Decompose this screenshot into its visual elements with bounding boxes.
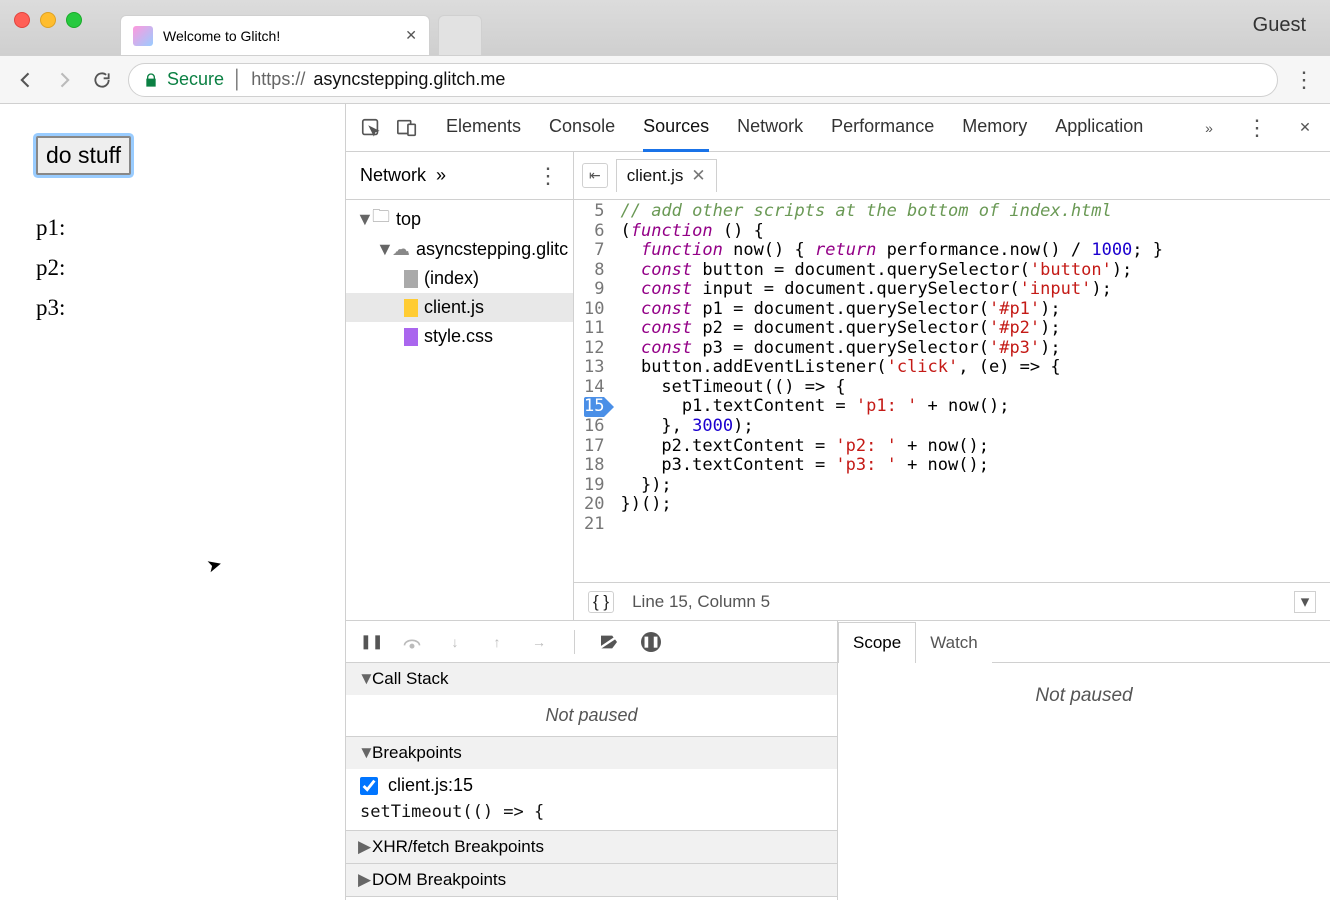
devtools-tab-sources[interactable]: Sources xyxy=(643,104,709,152)
pause-resume-icon[interactable]: ❚❚ xyxy=(360,633,382,650)
tab-title: Welcome to Glitch! xyxy=(163,28,280,44)
breakpoints-header[interactable]: ▼Breakpoints xyxy=(346,737,837,769)
browser-tab-active[interactable]: Welcome to Glitch! ✕ xyxy=(120,15,430,55)
devtools-tab-console[interactable]: Console xyxy=(549,104,615,152)
editor-tab-clientjs[interactable]: client.js ✕ xyxy=(616,159,717,192)
deactivate-breakpoints-icon[interactable] xyxy=(599,634,621,650)
scope-tab[interactable]: Scope xyxy=(838,622,916,663)
url-scheme: https:// xyxy=(251,69,305,90)
breakpoint-checkbox[interactable] xyxy=(360,777,378,795)
lock-icon xyxy=(143,72,159,88)
call-stack-body: Not paused xyxy=(346,695,837,736)
navigator-overflow-icon[interactable]: » xyxy=(436,165,446,186)
step-into-icon: ↓ xyxy=(444,634,466,650)
editor-status-bar: { } Line 15, Column 5 ▾ xyxy=(574,582,1330,620)
pause-on-exceptions-icon[interactable]: ❚❚ xyxy=(641,632,661,652)
step-out-icon: ↑ xyxy=(486,634,508,650)
devtools-tab-application[interactable]: Application xyxy=(1055,104,1143,152)
device-toggle-icon[interactable] xyxy=(392,113,422,143)
tree-top[interactable]: ▼🗀 top xyxy=(346,204,573,234)
profile-guest-label[interactable]: Guest xyxy=(1253,14,1306,37)
dom-breakpoints-header[interactable]: ▶DOM Breakpoints xyxy=(346,864,837,896)
collapse-bottom-icon[interactable]: ▾ xyxy=(1294,591,1316,613)
tree-file-2[interactable]: style.css xyxy=(346,322,573,351)
tree-file-1[interactable]: client.js xyxy=(346,293,573,322)
browser-menu-icon[interactable]: ⋮ xyxy=(1292,68,1316,92)
line-number-gutter[interactable]: 56789101112131415161718192021 xyxy=(574,200,610,582)
toggle-navigator-icon[interactable]: ⇤ xyxy=(582,163,608,188)
devtools-tab-network[interactable]: Network xyxy=(737,104,803,152)
editor-tab-label: client.js xyxy=(627,166,684,186)
new-tab-button[interactable] xyxy=(438,15,482,55)
traffic-light-minimize[interactable] xyxy=(40,12,56,28)
sources-navigator: Network » ⋮ ▼🗀 top▼☁ asyncstepping.glitc… xyxy=(346,152,574,620)
breakpoint-snippet: setTimeout(() => { xyxy=(346,802,837,830)
navigator-menu-icon[interactable]: ⋮ xyxy=(537,163,559,189)
more-tabs-icon[interactable]: » xyxy=(1194,113,1224,143)
devtools-tab-performance[interactable]: Performance xyxy=(831,104,934,152)
nav-forward-icon xyxy=(52,68,76,92)
devtools-panel: Elements Console Sources Network Performance… xyxy=(346,104,1330,900)
url-separator: │ xyxy=(232,69,243,90)
cursor-position: Line 15, Column 5 xyxy=(632,592,770,612)
tree-origin[interactable]: ▼☁ asyncstepping.glitc xyxy=(346,234,573,264)
p1-text: p1: xyxy=(36,215,325,241)
do-stuff-button[interactable]: do stuff xyxy=(36,136,131,175)
scope-body: Not paused xyxy=(838,663,1330,900)
devtools-tab-memory[interactable]: Memory xyxy=(962,104,1027,152)
nav-reload-icon[interactable] xyxy=(90,68,114,92)
debugger-toolbar: ❚❚ ↓ ↑ → ❚❚ xyxy=(346,621,837,663)
devtools-menu-icon[interactable]: ⋮ xyxy=(1242,113,1272,143)
secure-label: Secure xyxy=(167,69,224,90)
code-editor: ⇤ client.js ✕ 56789101112131415161718192… xyxy=(574,152,1330,620)
editor-tab-close-icon[interactable]: ✕ xyxy=(691,166,705,186)
window-titlebar: Welcome to Glitch! ✕ Guest xyxy=(0,0,1330,56)
glitch-favicon-icon xyxy=(133,26,153,46)
nav-back-icon[interactable] xyxy=(14,68,38,92)
p2-text: p2: xyxy=(36,255,325,281)
devtools-top-bar: Elements Console Sources Network Performance… xyxy=(346,104,1330,152)
devtools-tab-elements[interactable]: Elements xyxy=(446,104,521,152)
call-stack-header[interactable]: ▼Call Stack xyxy=(346,663,837,695)
breakpoint-label: client.js:15 xyxy=(388,775,473,796)
tree-file-0[interactable]: (index) xyxy=(346,264,573,293)
step-over-icon xyxy=(402,635,424,649)
watch-tab[interactable]: Watch xyxy=(916,623,992,663)
url-host: asyncstepping.glitch.me xyxy=(313,69,505,90)
xhr-breakpoints-header[interactable]: ▶XHR/fetch Breakpoints xyxy=(346,831,837,863)
navigator-header[interactable]: Network xyxy=(360,165,426,186)
inspect-element-icon[interactable] xyxy=(356,113,386,143)
devtools-close-icon[interactable]: ✕ xyxy=(1290,113,1320,143)
pretty-print-icon[interactable]: { } xyxy=(588,591,614,613)
page-viewport: do stuff p1: p2: p3: ➤ xyxy=(0,104,346,900)
traffic-light-zoom[interactable] xyxy=(66,12,82,28)
address-bar[interactable]: Secure │ https:// asyncstepping.glitch.me xyxy=(128,63,1278,97)
step-icon: → xyxy=(528,634,550,650)
traffic-light-close[interactable] xyxy=(14,12,30,28)
code-area[interactable]: // add other scripts at the bottom of in… xyxy=(610,200,1173,582)
p3-text: p3: xyxy=(36,295,325,321)
browser-toolbar: Secure │ https:// asyncstepping.glitch.me… xyxy=(0,56,1330,104)
breakpoint-item[interactable]: client.js:15 xyxy=(346,769,837,802)
close-tab-icon[interactable]: ✕ xyxy=(405,27,417,44)
mouse-cursor-icon: ➤ xyxy=(205,553,225,577)
